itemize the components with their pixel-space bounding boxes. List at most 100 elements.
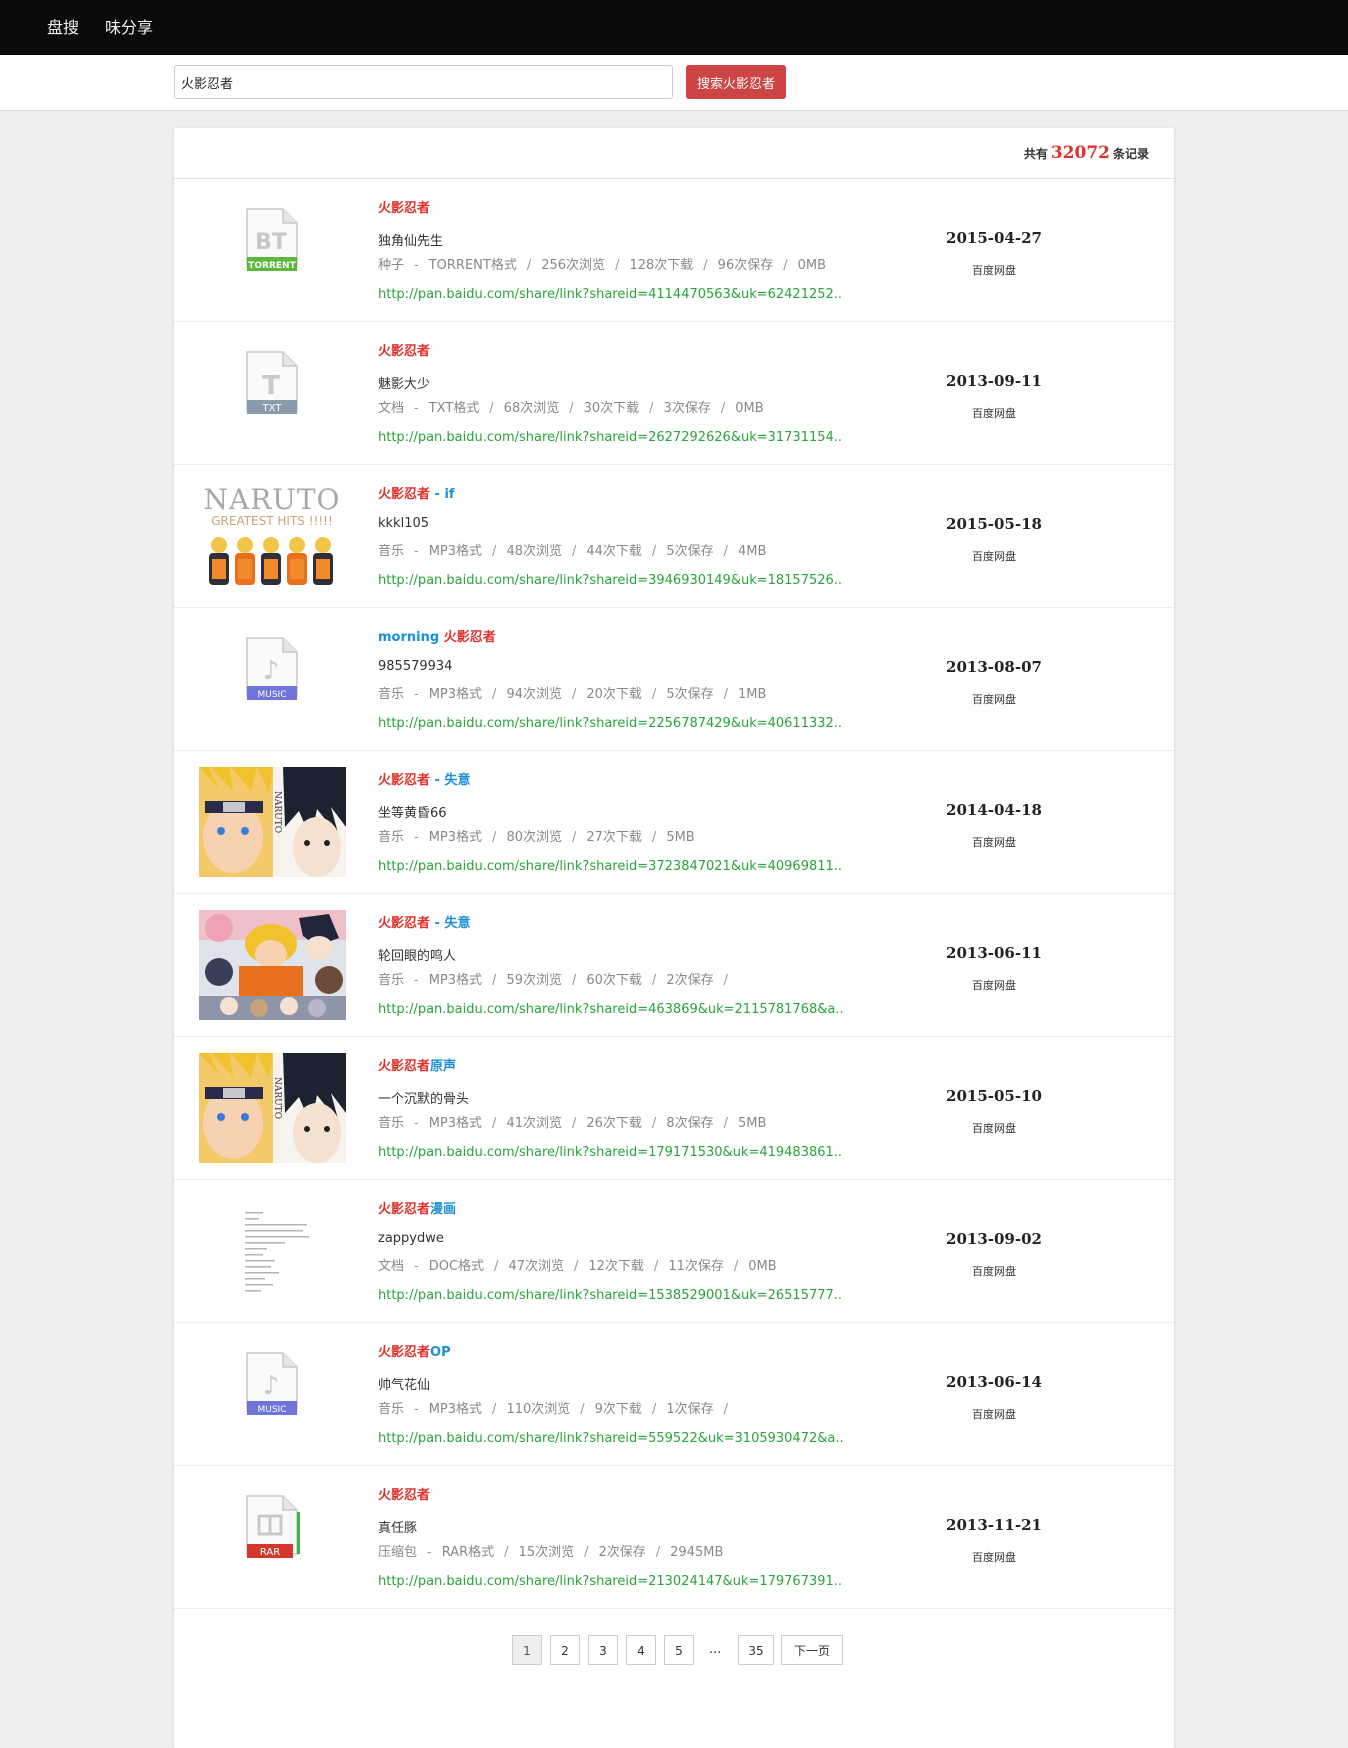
title-keyword: 火影忍者 (378, 773, 431, 788)
result-title-link[interactable]: 火影忍者 - if (378, 483, 455, 502)
naruto-album-cover[interactable]: NARUTO GREATEST HITS !!!!! (199, 481, 346, 591)
result-source: 百度网盘 (972, 550, 1016, 563)
result-share-link[interactable]: http://pan.baidu.com/share/link?shareid=… (378, 1002, 844, 1017)
result-count-prefix: 共有 (1023, 147, 1048, 161)
meta-separator: / (723, 1116, 728, 1131)
meta-separator: / (492, 1116, 497, 1131)
meta-item: 2次保存 (598, 1545, 646, 1560)
page-button-3[interactable]: 3 (588, 1635, 618, 1665)
result-uploader[interactable]: 坐等黄昏66 (378, 802, 447, 821)
meta-item: 0MB (748, 1259, 777, 1274)
result-meta: 压缩包 - RAR格式 / 15次浏览 / 2次保存 / 2945MB (378, 1541, 723, 1560)
result-share-link[interactable]: http://pan.baidu.com/share/link?shareid=… (378, 573, 842, 588)
bt-torrent-icon[interactable]: BT TORRENT (199, 195, 346, 305)
meta-separator: / (571, 687, 577, 702)
meta-item: 60次下载 (586, 973, 642, 988)
result-uploader[interactable]: 独角仙先生 (378, 230, 443, 249)
meta-separator: - (414, 1402, 419, 1417)
result-share-link[interactable]: http://pan.baidu.com/share/link?shareid=… (378, 716, 842, 731)
result-uploader[interactable]: 985579934 (378, 659, 452, 674)
meta-item: 0MB (797, 258, 827, 273)
rar-archive-icon[interactable]: RAR (199, 1482, 346, 1592)
result-share-link[interactable]: http://pan.baidu.com/share/link?shareid=… (378, 1431, 844, 1446)
result-title-link[interactable]: 火影忍者 - 失意 (378, 912, 470, 931)
pagination: 1 2 3 4 5 ... 35 下一页 (174, 1635, 1174, 1667)
result-share-link[interactable]: http://pan.baidu.com/share/link?shareid=… (378, 287, 842, 302)
meta-separator: - (414, 1116, 419, 1131)
meta-separator: - (414, 973, 419, 988)
meta-item: 26次下载 (586, 1116, 642, 1131)
result-meta: 文档 - TXT格式 / 68次浏览 / 30次下载 / 3次保存 / 0MB (378, 397, 764, 416)
thumb-label: MUSIC (257, 1405, 286, 1415)
meta-item: 68次浏览 (503, 401, 560, 416)
meta-separator: / (720, 401, 726, 416)
nav-brand-link[interactable]: 盘搜 (47, 0, 79, 55)
meta-separator: / (651, 830, 657, 845)
meta-separator: / (492, 973, 497, 988)
result-title-link[interactable]: 火影忍者 - 失意 (378, 769, 470, 788)
result-title-link[interactable]: 火影忍者 (378, 1484, 430, 1503)
meta-separator: / (783, 258, 788, 273)
svg-text:T: T (262, 371, 280, 401)
result-uploader[interactable]: 轮回眼的鸣人 (378, 945, 456, 964)
title-extra: 漫画 (430, 1202, 457, 1217)
naruto-sasuke-cover[interactable]: NARUTO (199, 763, 346, 877)
result-share-link[interactable]: http://pan.baidu.com/share/link?shareid=… (378, 1145, 842, 1160)
result-title-link[interactable]: 火影忍者原声 (378, 1055, 456, 1074)
result-uploader[interactable]: 魅影大少 (378, 373, 430, 392)
page-button-1[interactable]: 1 (512, 1635, 542, 1665)
result-date: 2013-11-21 (946, 1516, 1042, 1534)
meta-item: MP3格式 (428, 1402, 483, 1417)
txt-file-icon[interactable]: T TXT (199, 338, 346, 448)
result-uploader[interactable]: kkkl105 (378, 516, 429, 531)
result-share-link[interactable]: http://pan.baidu.com/share/link?shareid=… (378, 430, 842, 445)
result-title-link[interactable]: 火影忍者 (378, 197, 430, 216)
meta-item: 2次保存 (666, 973, 714, 988)
page-button-5[interactable]: 5 (664, 1635, 694, 1665)
meta-item: 音乐 (378, 1116, 405, 1131)
result-share-link[interactable]: http://pan.baidu.com/share/link?shareid=… (378, 1574, 842, 1589)
meta-item: 20次下载 (586, 687, 642, 702)
page-button-4[interactable]: 4 (626, 1635, 656, 1665)
title-keyword: 火影忍者 (378, 487, 431, 502)
page-button-last[interactable]: 35 (738, 1635, 774, 1665)
music-file-icon[interactable]: ♪ MUSIC (199, 624, 346, 734)
search-button[interactable]: 搜索火影忍者 (686, 65, 786, 99)
result-date: 2015-05-18 (946, 515, 1042, 533)
nav-share-link[interactable]: 味分享 (105, 0, 153, 55)
naruto-sasuke-cover[interactable]: NARUTO (199, 1049, 346, 1163)
meta-item: DOC格式 (428, 1259, 485, 1274)
meta-item: 5MB (737, 1116, 767, 1131)
result-uploader[interactable]: zappydwe (378, 1231, 444, 1246)
result-share-link[interactable]: http://pan.baidu.com/share/link?shareid=… (378, 859, 842, 874)
result-date: 2013-06-11 (946, 944, 1042, 962)
meta-item: 110次浏览 (506, 1402, 571, 1417)
result-uploader[interactable]: 真任豚 (378, 1517, 417, 1536)
meta-item: 128次下载 (629, 258, 694, 273)
search-input[interactable] (174, 65, 673, 99)
svg-text:BT: BT (255, 230, 287, 255)
document-preview[interactable] (199, 1196, 346, 1306)
result-source: 百度网盘 (972, 407, 1016, 420)
next-page-button[interactable]: 下一页 (781, 1635, 843, 1665)
result-title-link[interactable]: 火影忍者OP (378, 1341, 451, 1360)
page-button-2[interactable]: 2 (550, 1635, 580, 1665)
title-keyword: 火影忍者 (378, 1345, 431, 1360)
result-uploader[interactable]: 帅气花仙 (378, 1374, 430, 1393)
meta-item: 41次浏览 (506, 1116, 562, 1131)
thumb-label: NARUTO (272, 1077, 282, 1119)
result-meta: 音乐 - MP3格式 / 110次浏览 / 9次下载 / 1次保存 / (378, 1398, 738, 1417)
meta-separator: / (703, 258, 708, 273)
meta-separator: / (723, 1402, 728, 1417)
result-title-link[interactable]: morning 火影忍者 (378, 626, 496, 645)
result-title-link[interactable]: 火影忍者 (378, 340, 430, 359)
result-count: 共有 32072 条记录 (1024, 128, 1149, 178)
result-share-link[interactable]: http://pan.baidu.com/share/link?shareid=… (378, 1288, 842, 1303)
result-uploader[interactable]: 一个沉默的骨头 (378, 1088, 469, 1107)
naruto-group-cover[interactable] (199, 910, 346, 1020)
title-extra: - if (430, 487, 455, 502)
music-file-icon[interactable]: ♪ MUSIC (199, 1339, 346, 1449)
meta-item: 0MB (735, 401, 764, 416)
result-title-link[interactable]: 火影忍者漫画 (378, 1198, 456, 1217)
meta-item: 音乐 (378, 973, 405, 988)
